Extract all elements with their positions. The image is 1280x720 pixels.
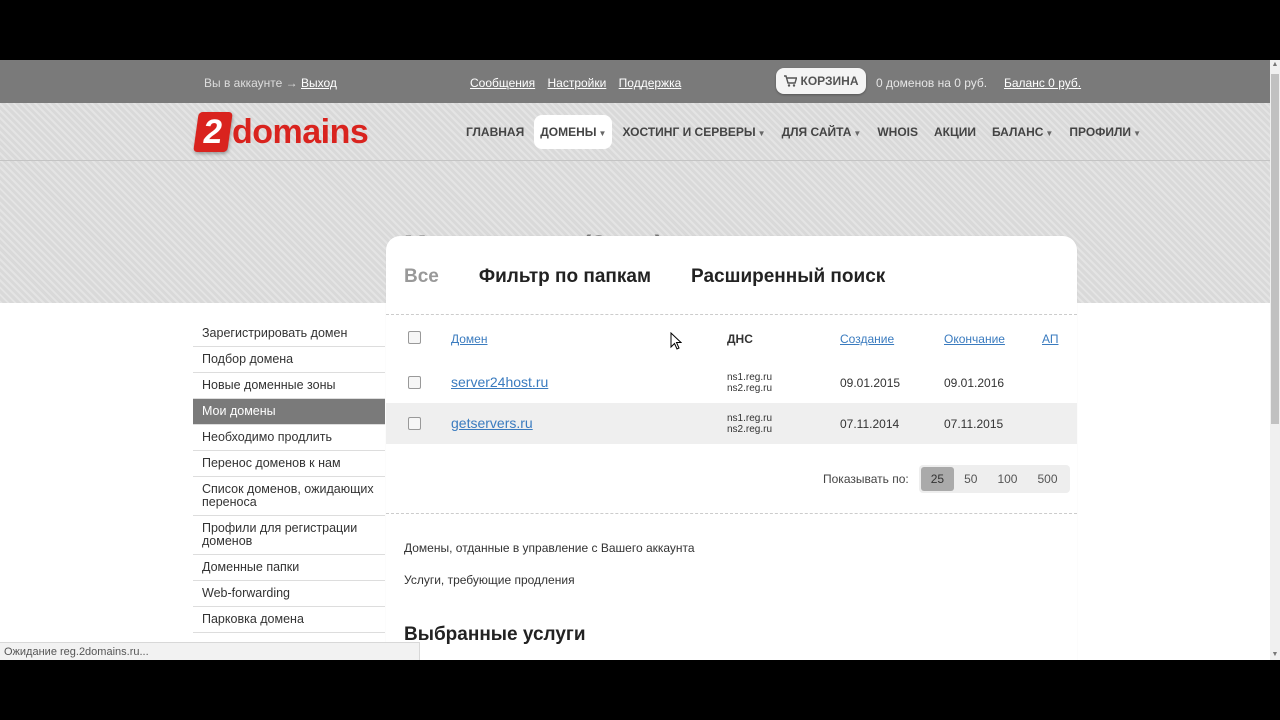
per-page-50[interactable]: 50 [954, 467, 987, 491]
main-nav: ГЛАВНАЯ ДОМЕНЫ ▼ ХОСТИНГ И СЕРВЕРЫ ▼ ДЛЯ С… [460, 115, 1151, 149]
divider [386, 314, 1077, 315]
created-date: 09.01.2015 [840, 376, 901, 390]
sidebar-item-domain-search[interactable]: Подбор домена [193, 347, 385, 373]
per-page-500[interactable]: 500 [1027, 467, 1067, 491]
table-row: getservers.ru ns1.reg.ru ns2.reg.ru 07.1… [386, 403, 1077, 444]
messages-link[interactable]: Сообщения [470, 76, 535, 90]
nav-balance[interactable]: БАЛАНС ▼ [986, 115, 1059, 149]
sort-domain[interactable]: Домен [451, 332, 488, 346]
chevron-down-icon: ▼ [1045, 129, 1054, 138]
sidebar-item-pending-transfer[interactable]: Список доменов, ожидающих переноса [193, 477, 385, 516]
page-scrollbar[interactable]: ▲ ▼ [1270, 60, 1280, 660]
logo-word: domains [232, 112, 369, 151]
chevron-down-icon: ▼ [757, 129, 766, 138]
renewal-services-note: Услуги, требующие продления [404, 573, 575, 587]
nav-divider [0, 160, 1270, 161]
cart-info: 0 доменов на 0 руб. [876, 76, 988, 90]
nav-whois[interactable]: WHOIS [871, 115, 924, 149]
chevron-down-icon: ▼ [1133, 129, 1141, 138]
cart-button[interactable]: КОРЗИНА [776, 68, 866, 94]
sort-expires[interactable]: Окончание [944, 332, 1005, 346]
header-dns: ДНС [727, 332, 753, 346]
per-page-25[interactable]: 25 [920, 467, 955, 491]
sidebar-item-transfer[interactable]: Перенос доменов к нам [193, 451, 385, 477]
created-date: 07.11.2014 [840, 417, 900, 431]
top-account-bar: Вы в аккаунте → Выход Сообщения Настройк… [0, 60, 1270, 103]
cart-icon [783, 75, 797, 87]
sidebar-item-profiles[interactable]: Профили для регистрации доменов [193, 516, 385, 555]
per-page-100[interactable]: 100 [987, 467, 1027, 491]
sidebar-item-renew[interactable]: Необходимо продлить [193, 425, 385, 451]
domains-panel: Все Фильтр по папкам Расширенный поиск Д… [386, 236, 1077, 660]
nav-for-site[interactable]: ДЛЯ САЙТА ▼ [776, 115, 868, 149]
site-logo[interactable]: 2 domains [193, 112, 369, 152]
sidebar-item-register[interactable]: Зарегистрировать домен [193, 321, 385, 347]
chevron-down-icon: ▼ [598, 129, 607, 138]
tab-all[interactable]: Все [404, 266, 439, 288]
sidebar-item-parking[interactable]: Парковка домена [193, 607, 385, 633]
tab-advanced-search[interactable]: Расширенный поиск [691, 266, 885, 288]
sidebar-item-my-domains[interactable]: Мои домены [193, 399, 385, 425]
dns-servers: ns1.reg.ru ns2.reg.ru [727, 413, 773, 435]
scroll-down-icon[interactable]: ▼ [1270, 650, 1280, 660]
cart-label: КОРЗИНА [800, 74, 859, 88]
row-checkbox[interactable] [408, 376, 421, 389]
nav-promos[interactable]: АКЦИИ [928, 115, 982, 149]
nav-home[interactable]: ГЛАВНАЯ [460, 115, 530, 149]
sort-ap[interactable]: АП [1042, 332, 1059, 346]
support-link[interactable]: Поддержка [619, 76, 682, 90]
dns-servers: ns1.reg.ru ns2.reg.ru [727, 372, 773, 394]
nav-profiles[interactable]: ПРОФИЛИ ▼ [1063, 115, 1147, 149]
top-links: Сообщения Настройки Поддержка [470, 76, 690, 90]
row-checkbox[interactable] [408, 417, 421, 430]
scroll-up-icon[interactable]: ▲ [1270, 60, 1280, 70]
selected-services-title: Выбранные услуги [404, 624, 586, 645]
browser-status-bar: Ожидание reg.2domains.ru... [0, 642, 420, 660]
sidebar-item-web-forwarding[interactable]: Web-forwarding [193, 581, 385, 607]
expires-date: 09.01.2016 [944, 376, 1005, 390]
logo-digit: 2 [193, 112, 233, 152]
sidebar-item-folders[interactable]: Доменные папки [193, 555, 385, 581]
per-page-label: Показывать по: [823, 472, 909, 486]
divider [386, 513, 1077, 514]
per-page-selector: Показывать по: 25 50 100 500 [823, 465, 1070, 493]
balance-link[interactable]: Баланс 0 руб. [1004, 76, 1081, 90]
settings-link[interactable]: Настройки [547, 76, 606, 90]
expires-date: 07.11.2015 [944, 417, 1004, 431]
domain-link[interactable]: server24host.ru [451, 374, 548, 390]
scrollbar-thumb[interactable] [1271, 74, 1279, 424]
delegated-domains-note: Домены, отданные в управление с Вашего а… [404, 541, 695, 555]
filter-tabs: Все Фильтр по папкам Расширенный поиск [404, 266, 925, 288]
chevron-down-icon: ▼ [853, 129, 862, 138]
table-row: server24host.ru ns1.reg.ru ns2.reg.ru 09… [386, 362, 1077, 403]
sort-created[interactable]: Создание [840, 332, 894, 346]
select-all-checkbox[interactable] [408, 331, 421, 344]
sidebar-item-new-zones[interactable]: Новые доменные зоны [193, 373, 385, 399]
nav-hosting[interactable]: ХОСТИНГ И СЕРВЕРЫ ▼ [616, 115, 771, 149]
browser-viewport: Вы в аккаунте → Выход Сообщения Настройк… [0, 60, 1280, 660]
nav-domains[interactable]: ДОМЕНЫ ▼ [534, 115, 613, 149]
logout-link[interactable]: Выход [301, 76, 337, 90]
account-status: Вы в аккаунте → Выход [204, 76, 337, 90]
table-header: Домен ДНС Создание Окончание АП [386, 326, 1077, 362]
mouse-cursor-icon [670, 332, 682, 350]
tab-folder-filter[interactable]: Фильтр по папкам [479, 266, 651, 288]
sidebar: Зарегистрировать домен Подбор домена Нов… [193, 321, 385, 633]
domain-link[interactable]: getservers.ru [451, 415, 533, 431]
